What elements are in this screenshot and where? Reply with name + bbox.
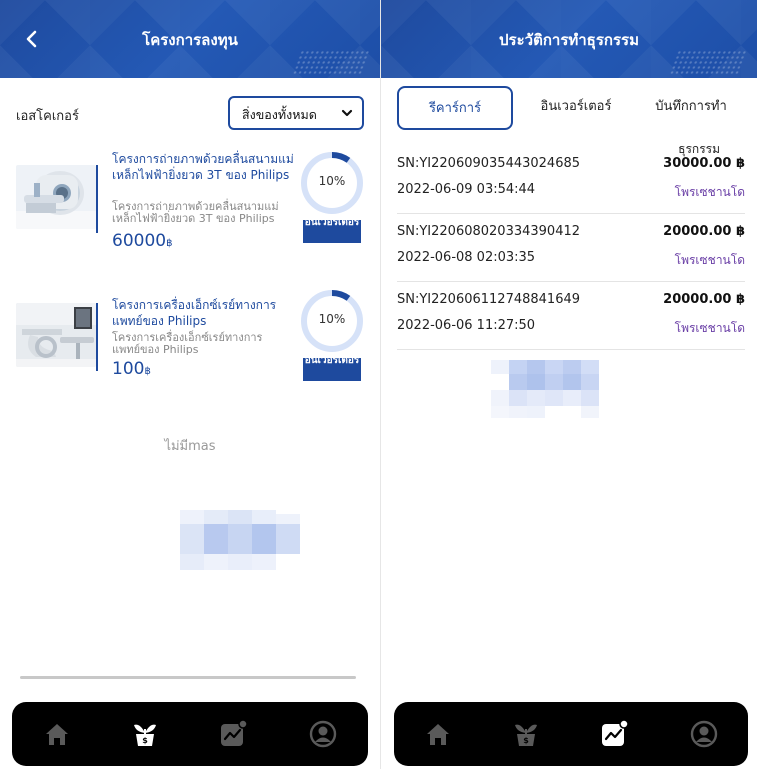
svg-text:$: $ <box>142 736 148 745</box>
transaction-amount: 20000.00 ฿ <box>663 224 745 239</box>
progress-ring: 10% <box>300 151 364 215</box>
project-amount: 60000฿ <box>112 231 172 251</box>
transaction-row: SN:YI220609035443024685 30000.00 ฿ 2022-… <box>397 146 745 214</box>
header-dots <box>291 50 371 76</box>
transaction-history-screen: ประวัติการทำธุรกรรม รีคาร์การ์ อินเวอร์เ… <box>381 0 757 769</box>
nav-home[interactable] <box>423 719 453 749</box>
project-accent-bar <box>96 165 98 233</box>
chart-icon <box>602 719 629 746</box>
transaction-type: โพรเซชานโด <box>674 253 745 267</box>
transaction-serial: SN:YI220609035443024685 <box>397 156 581 171</box>
invest-button[interactable]: อินเวอร์เตอร์ <box>303 358 361 381</box>
header-dots <box>668 50 748 76</box>
transaction-tabs: รีคาร์การ์ อินเวอร์เตอร์ บันทึกการทำ <box>397 86 745 130</box>
category-select-value: สิ่งของทั้งหมด <box>242 107 317 122</box>
plant-icon: $ <box>134 724 156 746</box>
currency-symbol: ฿ <box>144 366 151 377</box>
transaction-amount: 20000.00 ฿ <box>663 292 745 307</box>
transaction-type: โพรเซชานโด <box>674 185 745 199</box>
transaction-type: โพรเซชานโด <box>674 321 745 335</box>
header: โครงการลงทุน <box>0 0 380 78</box>
svg-text:$: $ <box>523 736 529 745</box>
project-card[interactable]: โครงการเครื่องเอ็กซ์เรย์ทางการแพทย์ของ P… <box>16 289 364 389</box>
transaction-time: 2022-06-09 03:54:44 <box>397 182 536 197</box>
currency-symbol: ฿ <box>166 238 173 249</box>
progress-percent: 10% <box>318 312 346 326</box>
page-title: โครงการลงทุน <box>142 31 238 49</box>
project-accent-bar <box>96 303 98 371</box>
home-icon <box>427 724 449 745</box>
chart-icon <box>221 719 248 746</box>
project-amount-value: 60000 <box>112 231 167 251</box>
transaction-serial: SN:YI220608020334390412 <box>397 224 581 239</box>
progress-percent: 10% <box>318 174 346 188</box>
chevron-down-icon <box>341 109 353 117</box>
project-title: โครงการถ่ายภาพด้วยคลื่นสนามแม่เหล็กไฟฟ้า… <box>112 152 294 182</box>
transaction-time: 2022-06-08 02:03:35 <box>397 250 536 265</box>
project-card[interactable]: โครงการถ่ายภาพด้วยคลื่นสนามแม่เหล็กไฟฟ้า… <box>16 151 364 251</box>
filter-row: เอสโคเกอร์ สิ่งของทั้งหมด <box>16 96 364 130</box>
project-subtitle: โครงการเครื่องเอ็กซ์เรย์ทางการแพทย์ของ P… <box>112 331 263 356</box>
tab-recharge[interactable]: รีคาร์การ์ <box>397 86 513 130</box>
tab-records[interactable]: บันทึกการทำ <box>637 86 745 130</box>
nav-invest[interactable]: $ <box>511 719 541 749</box>
project-amount-value: 100 <box>112 359 145 379</box>
scroll-indicator <box>20 676 356 679</box>
progress-ring: 10% <box>300 289 364 353</box>
nav-invest[interactable]: $ <box>130 719 160 749</box>
transaction-row: SN:YI220608020334390412 20000.00 ฿ 2022-… <box>397 214 745 282</box>
header: ประวัติการทำธุรกรรม <box>381 0 757 78</box>
no-more-label: ไม่มีmas <box>164 439 216 454</box>
category-select[interactable]: สิ่งของทั้งหมด <box>228 96 364 130</box>
project-image-xray <box>16 303 96 367</box>
transaction-row: SN:YI220606112748841649 20000.00 ฿ 2022-… <box>397 282 745 350</box>
pixelated-placeholder <box>180 510 300 570</box>
nav-transactions[interactable] <box>218 719 248 749</box>
bottom-nav: $ <box>394 702 748 766</box>
nav-profile[interactable] <box>308 719 338 749</box>
nav-profile[interactable] <box>689 719 719 749</box>
nav-home[interactable] <box>42 719 72 749</box>
transaction-amount: 30000.00 ฿ <box>663 156 745 171</box>
filter-label: เอสโคเกอร์ <box>16 109 79 124</box>
project-amount: 100฿ <box>112 359 151 379</box>
page-title: ประวัติการทำธุรกรรม <box>499 31 639 49</box>
project-image-mri <box>16 165 96 229</box>
investment-projects-screen: โครงการลงทุน เอสโคเกอร์ สิ่งของทั้งหมด โ… <box>0 0 380 769</box>
user-icon <box>690 720 718 748</box>
tab-invest[interactable]: อินเวอร์เตอร์ <box>521 86 631 130</box>
transaction-time: 2022-06-06 11:27:50 <box>397 318 536 333</box>
nav-transactions[interactable] <box>599 719 629 749</box>
transaction-serial: SN:YI220606112748841649 <box>397 292 581 307</box>
invest-button[interactable]: อินเวอร์เตอร์ <box>303 220 361 243</box>
pixelated-placeholder <box>491 360 615 420</box>
project-title: โครงการเครื่องเอ็กซ์เรย์ทางการแพทย์ของ P… <box>112 298 277 328</box>
project-subtitle: โครงการถ่ายภาพด้วยคลื่นสนามแม่เหล็กไฟฟ้า… <box>112 200 279 225</box>
home-icon <box>46 724 68 745</box>
plant-icon: $ <box>515 724 537 746</box>
bottom-nav: $ <box>12 702 368 766</box>
invest-button-label: อินเวอร์เตอร์ <box>304 220 360 228</box>
user-icon <box>309 720 337 748</box>
invest-button-label: อินเวอร์เตอร์ <box>304 358 360 366</box>
